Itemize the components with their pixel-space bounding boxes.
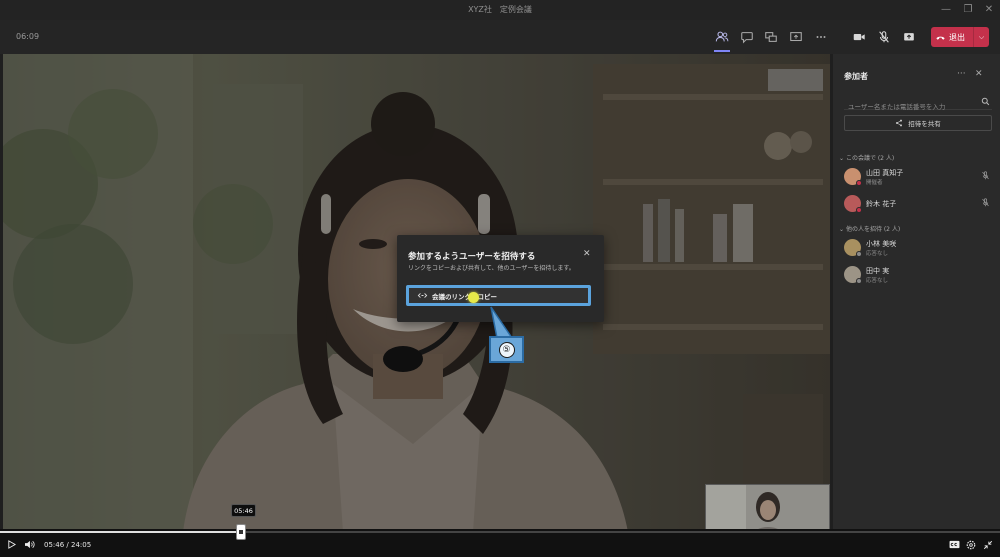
muted-mic-icon: [982, 171, 989, 180]
minimize-icon[interactable]: —: [939, 3, 953, 17]
status-dot: [856, 278, 862, 284]
current-time: 05:46: [44, 541, 65, 549]
participant-item[interactable]: 田中 実 応答なし: [844, 264, 994, 286]
progress-fill: [0, 531, 240, 533]
participant-name: 小林 美咲: [866, 240, 897, 248]
progress-handle[interactable]: [236, 524, 246, 540]
dialog-title: 参加するようユーザーを招待する: [408, 252, 536, 262]
invite-dialog: 参加するようユーザーを招待する リンクをコピーおよび共有して、他のユーザーを招待…: [397, 235, 604, 322]
status-dot: [856, 207, 862, 213]
time-tooltip: 05:46: [231, 504, 256, 517]
copy-meeting-link-button[interactable]: 会議のリンクをコピー: [406, 285, 591, 306]
step-callout: ⑤: [489, 336, 524, 363]
participant-item[interactable]: 鈴木 花子: [844, 193, 994, 215]
others-header[interactable]: ⌄ 他の人を招待 (2 人): [839, 224, 900, 233]
share-content-icon[interactable]: [898, 27, 920, 47]
progress-track[interactable]: [0, 531, 1000, 533]
chevron-down-icon: ⌄: [839, 155, 846, 162]
participant-search-input[interactable]: [844, 99, 972, 115]
status-dot: [856, 180, 862, 186]
chat-icon[interactable]: [736, 27, 758, 47]
dialog-description: リンクをコピーおよび共有して、他のユーザーを招待します。: [408, 265, 575, 272]
participant-item[interactable]: 小林 美咲 応答なし: [844, 237, 994, 259]
chevron-down-icon: ⌄: [839, 226, 846, 233]
camera-icon[interactable]: [848, 27, 870, 47]
muted-mic-icon: [982, 198, 989, 207]
volume-icon[interactable]: [24, 540, 35, 549]
mouse-cursor-highlight: [468, 292, 479, 303]
hang-up-icon: [931, 32, 949, 43]
share-screen-icon[interactable]: [785, 27, 807, 47]
participant-name: 山田 真知子: [866, 169, 904, 177]
participant-item[interactable]: 山田 真知子 開催者: [844, 166, 994, 188]
window-title: XYZ社 定例会議: [468, 5, 532, 14]
minimize-player-icon[interactable]: [983, 540, 993, 550]
maximize-icon[interactable]: ❐: [961, 3, 975, 17]
meeting-toolbar: 06:09 退出 ⌵: [0, 20, 1000, 54]
chevron-down-icon[interactable]: ⌵: [973, 27, 989, 47]
panel-close-icon[interactable]: ✕: [975, 69, 983, 79]
participant-role: 開催者: [866, 180, 883, 186]
close-icon[interactable]: ✕: [583, 249, 591, 259]
search-icon[interactable]: [981, 97, 990, 106]
panel-title: 参加者: [844, 72, 868, 81]
participants-icon[interactable]: [711, 27, 733, 52]
participant-role: 応答なし: [866, 278, 889, 284]
video-player-bar: 05:46 / 24:05: [0, 529, 1000, 557]
meeting-timer: 06:09: [16, 32, 40, 41]
time-separator: /: [66, 541, 69, 549]
share-icon: [896, 119, 903, 127]
participant-name: 鈴木 花子: [866, 200, 897, 208]
title-bar: XYZ社 定例会議 — ❐ ✕: [0, 0, 1000, 20]
participant-name: 田中 実: [866, 267, 890, 275]
app-window: XYZ社 定例会議 — ❐ ✕ 06:09 退出 ⌵ 参加者 ··· ✕ ユーザ…: [0, 0, 1000, 557]
step-number: ⑤: [498, 341, 515, 358]
mute-mic-icon[interactable]: [873, 27, 895, 47]
settings-gear-icon[interactable]: [966, 540, 976, 550]
close-window-icon[interactable]: ✕: [982, 3, 996, 17]
share-invite-label: 招待を共有: [908, 120, 941, 128]
leave-label: 退出: [949, 32, 965, 42]
more-actions-icon[interactable]: [810, 27, 832, 47]
panel-more-icon[interactable]: ···: [957, 69, 966, 79]
participants-panel: 参加者 ··· ✕ 招待を共有 ⌄ この会議で (2 人) 山田 真知子 開催者…: [833, 54, 1000, 532]
participant-search: [844, 94, 992, 115]
leave-button[interactable]: 退出 ⌵: [931, 27, 989, 47]
captions-icon[interactable]: [949, 540, 960, 549]
playback-time: 05:46 / 24:05: [44, 541, 91, 549]
link-icon: [417, 293, 428, 298]
in-meeting-header[interactable]: ⌄ この会議で (2 人): [839, 153, 894, 162]
share-invite-button[interactable]: 招待を共有: [844, 115, 992, 131]
duration: 24:05: [71, 541, 92, 549]
status-dot: [856, 251, 862, 257]
breakout-rooms-icon[interactable]: [760, 27, 782, 47]
play-icon[interactable]: [7, 540, 16, 549]
copy-meeting-link-label: 会議のリンクをコピー: [432, 292, 497, 301]
participant-role: 応答なし: [866, 251, 889, 257]
